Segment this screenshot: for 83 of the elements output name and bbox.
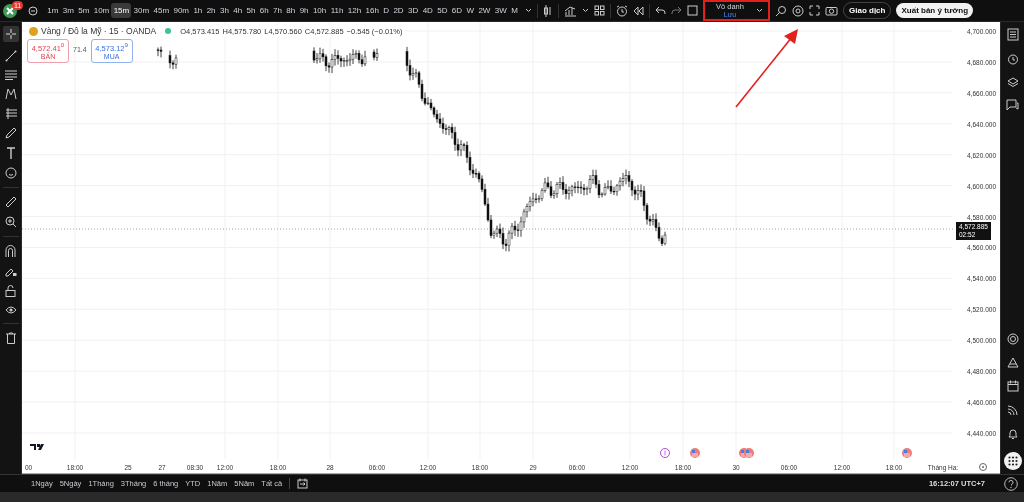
symbol-icon xyxy=(29,26,38,36)
timeframe-tab[interactable]: 3h xyxy=(217,3,232,18)
settings-icon[interactable] xyxy=(792,4,804,17)
crosshair-icon[interactable] xyxy=(2,26,19,42)
timeframe-tab[interactable]: 5D xyxy=(435,3,450,18)
caret-icon[interactable] xyxy=(582,8,589,13)
timeframe-tab[interactable]: 4D xyxy=(420,3,436,18)
flag-icon[interactable] xyxy=(744,448,754,458)
broadcast-icon[interactable] xyxy=(1006,404,1019,416)
timeframe-tab[interactable]: 30m xyxy=(131,3,152,18)
flag-icon[interactable] xyxy=(690,448,700,458)
redo-icon[interactable] xyxy=(671,6,682,15)
timeframe-tab[interactable]: 6h xyxy=(257,3,271,18)
publish-button[interactable]: Xuất bản ý tưởng xyxy=(896,3,974,18)
caret-icon[interactable] xyxy=(756,8,763,13)
brush-icon[interactable] xyxy=(4,127,17,139)
timeframe-tab[interactable]: 1m xyxy=(45,3,61,18)
dividend-icon[interactable] xyxy=(660,448,670,458)
trend-line-icon[interactable] xyxy=(4,50,17,62)
timeframe-tab[interactable]: 2W xyxy=(476,3,493,18)
history-icon[interactable] xyxy=(28,5,38,16)
alarm-clock-icon[interactable] xyxy=(1006,53,1019,65)
chat-icon[interactable] xyxy=(1006,99,1019,111)
timeframe-tab[interactable]: D xyxy=(381,3,392,18)
candles-icon[interactable] xyxy=(543,4,553,17)
pattern-icon[interactable] xyxy=(4,88,17,100)
timeframe-tab[interactable]: 2h xyxy=(204,3,218,18)
text-tool-icon[interactable] xyxy=(5,147,16,159)
caret-icon[interactable] xyxy=(525,8,532,13)
timeframe-tab[interactable]: W xyxy=(464,3,477,18)
fullscreen-icon[interactable] xyxy=(809,5,820,16)
calendar-icon[interactable] xyxy=(1006,380,1019,392)
eye-icon[interactable] xyxy=(4,305,17,315)
timeframe-tab[interactable]: 45m xyxy=(151,3,172,18)
zoom-in-icon[interactable] xyxy=(4,216,17,228)
timeframe-tab[interactable]: 16h xyxy=(363,3,382,18)
apps-grid-icon[interactable] xyxy=(1003,452,1022,470)
market-status-icon xyxy=(165,28,172,34)
timeframe-tab[interactable]: 3W xyxy=(492,3,509,18)
indicators-icon[interactable] xyxy=(564,4,577,17)
parallel-lines-icon[interactable] xyxy=(4,70,17,80)
clock-settings-icon[interactable] xyxy=(979,463,987,471)
timeframe-tab[interactable]: 5m xyxy=(76,3,92,18)
square-icon[interactable] xyxy=(687,5,698,16)
timeframe-tab[interactable]: 12h xyxy=(345,3,364,18)
layers-icon[interactable] xyxy=(1006,77,1019,87)
timeframe-tab[interactable]: 3m xyxy=(60,3,76,18)
ruler-icon[interactable] xyxy=(4,196,17,208)
timeframe-tab[interactable]: 5h xyxy=(244,3,258,18)
timeframe-tab[interactable]: 15m xyxy=(111,3,132,18)
undo-icon[interactable] xyxy=(655,6,666,15)
help-icon[interactable] xyxy=(1004,476,1018,491)
alarm-clock-icon[interactable] xyxy=(616,4,628,17)
mountain-icon[interactable] xyxy=(1006,357,1019,368)
timeframe-tab[interactable]: 3D xyxy=(405,3,421,18)
timeframe-tab[interactable]: 2D xyxy=(391,3,406,18)
camera-icon[interactable] xyxy=(825,5,838,16)
smiley-icon[interactable] xyxy=(4,167,17,179)
timeframe-tab[interactable]: 10m xyxy=(91,3,112,18)
watchlist-icon[interactable] xyxy=(1006,28,1019,41)
layout-grid-icon[interactable] xyxy=(594,5,605,16)
timeframe-tab[interactable]: 90m xyxy=(171,3,192,18)
timeframe-tab[interactable]: M xyxy=(508,3,520,18)
timeframe-tab[interactable]: 11h xyxy=(328,3,346,18)
symbol-title[interactable]: Vàng / Đô la Mỹ · 15 · OANDA xyxy=(41,26,157,36)
flag-icon[interactable] xyxy=(902,448,912,458)
logo-icon xyxy=(30,444,44,450)
timeframe-tab[interactable]: 10h xyxy=(310,3,329,18)
timeframe-tab[interactable]: 7h xyxy=(270,3,285,18)
replay-icon[interactable] xyxy=(633,5,644,16)
magnet-icon[interactable] xyxy=(5,245,16,257)
bell-icon[interactable] xyxy=(1006,428,1019,440)
target-icon[interactable] xyxy=(1006,333,1019,345)
search-icon[interactable] xyxy=(775,4,787,17)
trash-icon[interactable] xyxy=(5,332,16,344)
timeframe-tab[interactable]: 8h xyxy=(284,3,298,18)
calendar-range-icon[interactable] xyxy=(297,478,309,489)
timeframe-tab[interactable]: 6D xyxy=(449,3,465,18)
timeframe-tab[interactable]: 9h xyxy=(297,3,311,18)
timeframe-tab[interactable]: 1h xyxy=(191,3,205,18)
timeframe-tab[interactable]: 4h xyxy=(231,3,245,18)
fib-icon[interactable] xyxy=(4,108,17,119)
lock-icon[interactable] xyxy=(5,285,16,297)
